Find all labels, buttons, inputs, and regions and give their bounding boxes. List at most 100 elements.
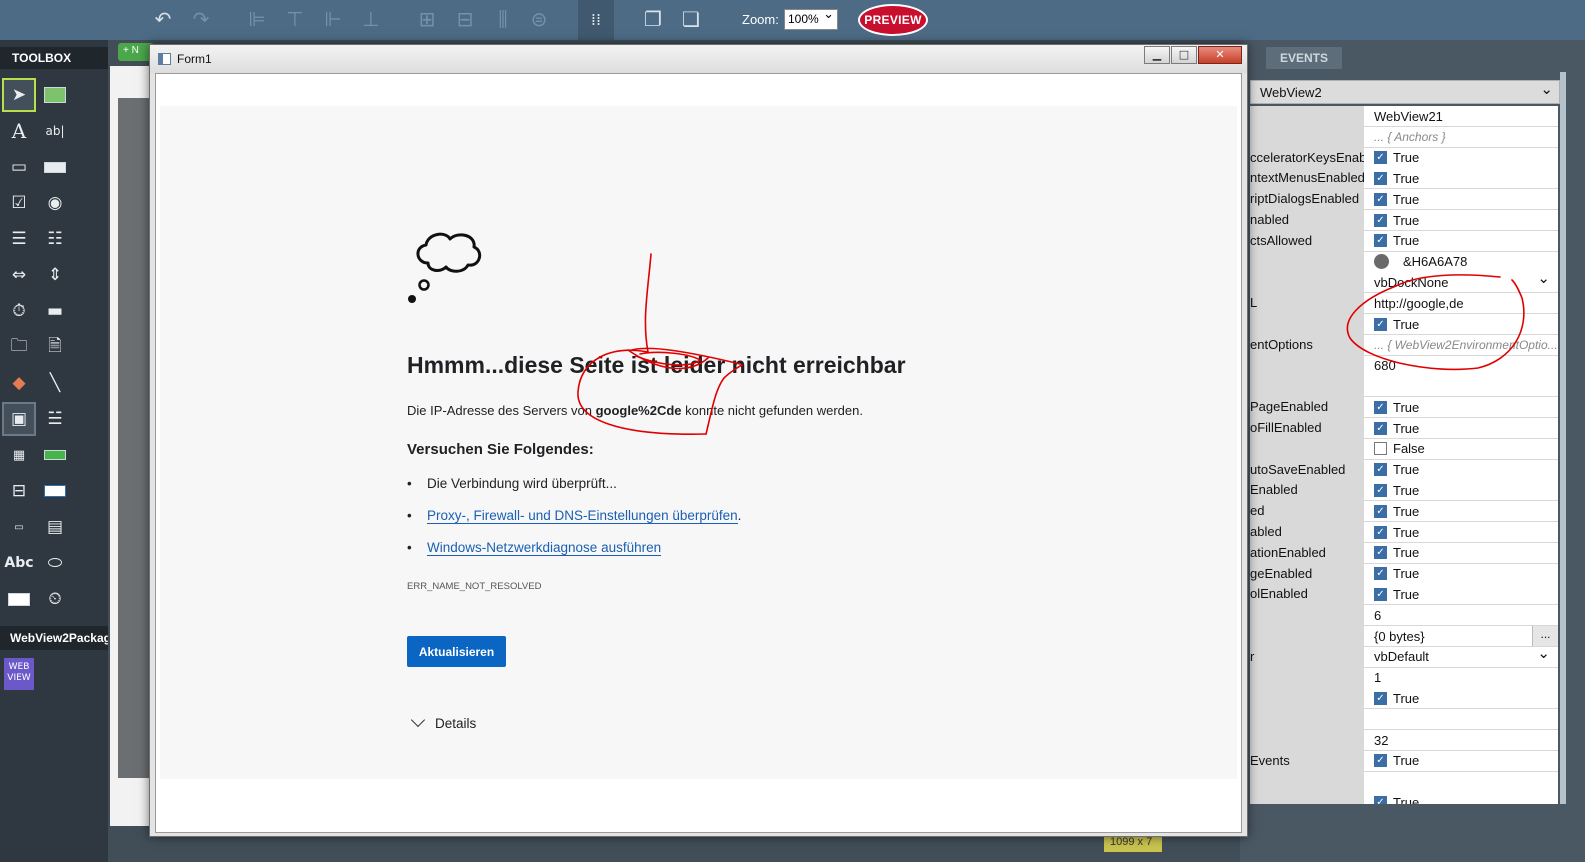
grid-tool-icon[interactable]: ▤ <box>40 512 70 542</box>
property-row[interactable]: olEnabled ✓ True <box>1250 584 1558 606</box>
checkbox-icon[interactable]: ✓ <box>1374 754 1387 768</box>
color-swatch-icon[interactable] <box>1374 254 1389 270</box>
checkbox-icon[interactable]: ✓ <box>1374 400 1387 414</box>
property-value[interactable]: ✓ True <box>1364 563 1558 584</box>
property-value[interactable]: ✓ True <box>1364 584 1558 605</box>
button-tool-icon[interactable] <box>40 476 70 506</box>
dirlist-tool-icon[interactable]: 🗀 <box>4 332 34 362</box>
property-row[interactable]: oFillEnabled ✓ True <box>1250 418 1558 439</box>
vscroll-tool-icon[interactable]: ⇕ <box>40 260 70 290</box>
space-evenly-icon[interactable]: ⊜ <box>526 6 552 32</box>
tab-events[interactable]: EVENTS <box>1266 47 1342 69</box>
property-value[interactable]: ✓ True <box>1364 501 1558 522</box>
property-value[interactable]: ✓ True <box>1364 147 1558 168</box>
property-row[interactable]: PageEnabled ✓ True <box>1250 397 1558 419</box>
edit-tool-icon[interactable] <box>4 584 34 614</box>
align-left-icon[interactable]: ⊫ <box>244 6 270 32</box>
checkbox-icon[interactable]: ✓ <box>1374 421 1387 435</box>
align-bottom-icon[interactable]: ⊥ <box>358 6 384 32</box>
ellipsis-button[interactable]: ... <box>1532 626 1558 646</box>
progressbar-tool-icon[interactable] <box>40 440 70 470</box>
property-row[interactable]: utoSaveEnabled ✓ True <box>1250 459 1558 481</box>
property-value[interactable]: vbDefault <box>1364 646 1558 667</box>
property-value[interactable] <box>1364 709 1558 730</box>
checkbox-icon[interactable]: ✓ <box>1374 213 1387 227</box>
timer-tool-icon[interactable]: ⏱ <box>4 296 34 326</box>
properties-scrollbar[interactable] <box>1560 72 1566 804</box>
property-value[interactable]: 32 <box>1364 730 1558 750</box>
property-row[interactable]: 680 <box>1250 355 1558 377</box>
property-value[interactable]: http://google,de <box>1364 293 1558 314</box>
listbox-tool-icon[interactable]: ☷ <box>40 224 70 254</box>
property-row[interactable] <box>1250 376 1558 398</box>
property-value[interactable]: ✓ True <box>1364 210 1558 230</box>
property-row[interactable]: ✓ True <box>1250 314 1558 335</box>
ole-tool-icon[interactable]: ▦ <box>4 440 34 470</box>
checkbox-icon[interactable]: ✓ <box>1374 567 1387 581</box>
property-value[interactable]: vbDockNone <box>1364 272 1558 293</box>
property-value[interactable]: ✓ True <box>1364 750 1558 771</box>
filelist-tool-icon[interactable]: 🗎 <box>40 332 70 362</box>
send-back-icon[interactable]: ❏ <box>678 6 704 32</box>
drivelist-tool-icon[interactable]: ▬ <box>40 296 70 326</box>
property-row[interactable]: abled ✓ True <box>1250 522 1558 543</box>
property-row[interactable]: entOptions ... { WebView2EnvironmentOptio… <box>1250 334 1558 356</box>
zoom-select[interactable]: 100% <box>784 7 838 30</box>
center-vertical-icon[interactable]: ⫼ <box>490 6 516 32</box>
property-value[interactable]: ✓ True <box>1364 189 1558 210</box>
checkbox-icon[interactable]: ✓ <box>1374 442 1387 456</box>
property-row[interactable]: ctsAllowed ✓ True <box>1250 230 1558 252</box>
webview-tool[interactable]: WEB VIEW <box>4 658 34 690</box>
checkbox-icon[interactable]: ✓ <box>1374 151 1387 165</box>
textbox-tool-icon[interactable]: ab| <box>40 116 70 146</box>
property-value[interactable]: ✓ True <box>1364 418 1558 438</box>
property-value[interactable]: ✓ True <box>1364 792 1558 804</box>
checkbox-icon[interactable]: ✓ <box>1374 587 1387 601</box>
property-value[interactable]: ... { WebView2EnvironmentOptio... <box>1364 334 1558 355</box>
hscroll-tool-icon[interactable]: ⇔ <box>4 260 34 290</box>
property-row[interactable]: &H6A6A78 <box>1250 251 1558 273</box>
option-button-tool-icon[interactable]: ◉ <box>40 188 70 218</box>
align-top-icon[interactable]: ⊤ <box>282 6 308 32</box>
checkbox-icon[interactable]: ✓ <box>1374 504 1387 518</box>
checkbox-icon[interactable]: ✓ <box>1374 546 1387 560</box>
checkbox-icon[interactable]: ✓ <box>1374 171 1387 185</box>
property-value[interactable] <box>1364 376 1558 397</box>
property-row[interactable]: WebView21 <box>1250 106 1558 127</box>
property-row[interactable]: ✓ True <box>1250 792 1558 804</box>
property-row[interactable]: ed ✓ True <box>1250 501 1558 523</box>
property-row[interactable] <box>1250 771 1558 793</box>
property-value[interactable]: &H6A6A78 <box>1364 251 1558 272</box>
property-value[interactable]: WebView21 <box>1364 106 1558 126</box>
property-value[interactable]: {0 bytes}... <box>1364 626 1558 646</box>
property-row[interactable] <box>1250 709 1558 731</box>
text-style-tool-icon[interactable]: Abc <box>4 548 34 578</box>
checkbox-icon[interactable]: ✓ <box>1374 691 1387 705</box>
label-tool-icon[interactable]: A <box>4 116 34 146</box>
property-row[interactable]: cceleratorKeysEnable ✓ True <box>1250 147 1558 169</box>
property-row[interactable]: Enabled ✓ True <box>1250 480 1558 502</box>
property-row[interactable]: ✓ True <box>1250 688 1558 710</box>
stopwatch-tool-icon[interactable]: ⏲ <box>40 584 70 614</box>
property-row[interactable]: 6 <box>1250 605 1558 627</box>
property-value[interactable] <box>1364 771 1558 792</box>
property-value[interactable]: ✓ True <box>1364 542 1558 563</box>
property-row[interactable]: ationEnabled ✓ True <box>1250 542 1558 564</box>
object-selector[interactable]: WebView2 <box>1250 80 1560 104</box>
align-right-icon[interactable]: ⊩ <box>320 6 346 32</box>
property-row[interactable]: 1 <box>1250 667 1558 689</box>
property-value[interactable]: ✓ True <box>1364 168 1558 189</box>
image-tool-icon[interactable]: ▣ <box>2 402 36 436</box>
line-tool-icon[interactable]: ╲ <box>40 368 70 398</box>
checkbox-icon[interactable]: ✓ <box>1374 525 1387 539</box>
treeview-tool-icon[interactable]: ⊟ <box>4 476 34 506</box>
network-diagnostics-link[interactable]: Windows-Netzwerkdiagnose ausführen <box>427 540 662 556</box>
maximize-button[interactable]: □ <box>1171 46 1197 64</box>
property-row[interactable]: vbDockNone <box>1250 272 1558 294</box>
slider-tool-icon[interactable]: ⬭ <box>40 548 70 578</box>
proxy-settings-link[interactable]: Proxy-, Firewall- und DNS-Einstellungen … <box>427 508 738 524</box>
checkbox-icon[interactable]: ✓ <box>1374 795 1387 804</box>
richtext-tool-icon[interactable]: ▭ <box>4 512 34 542</box>
checkbox-icon[interactable]: ✓ <box>1374 483 1387 497</box>
property-value[interactable]: 6 <box>1364 605 1558 626</box>
